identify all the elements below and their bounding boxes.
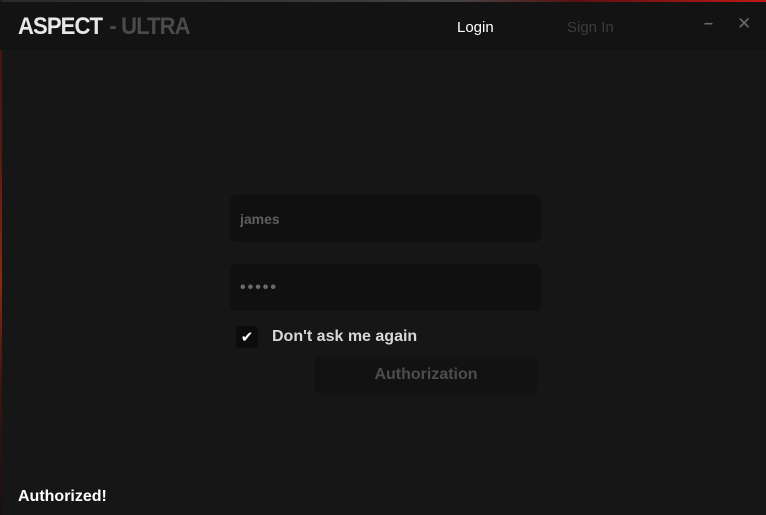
window-left-edge [0,0,2,515]
checkmark-icon: ✔ [240,329,254,346]
title-bar[interactable]: ASPECT - ULTRA Login Sign In – ✕ [0,2,766,50]
app-window: ASPECT- ULTRA Login Sign In – ✕ ✔ Don't … [0,0,766,515]
remember-row[interactable]: ✔ Don't ask me again [236,326,417,348]
app-logo: ASPECT - ULTRA [18,13,191,41]
brand-separator: - [109,13,116,40]
brand-sub: ULTRA [121,13,190,40]
remember-label[interactable]: Don't ask me again [272,328,417,346]
authorization-button[interactable]: Authorization [315,357,537,393]
username-input[interactable] [240,195,531,242]
remember-checkbox[interactable]: ✔ [236,326,258,348]
username-field[interactable] [230,195,541,242]
password-field[interactable] [230,264,541,311]
password-input[interactable] [240,264,531,311]
status-message: Authorized! [18,488,107,505]
minimize-icon[interactable]: – [704,14,713,34]
tab-login[interactable]: Login [457,19,494,36]
brand-main: ASPECT [18,13,103,40]
tab-sign-in[interactable]: Sign In [567,19,614,36]
close-icon[interactable]: ✕ [737,14,751,34]
